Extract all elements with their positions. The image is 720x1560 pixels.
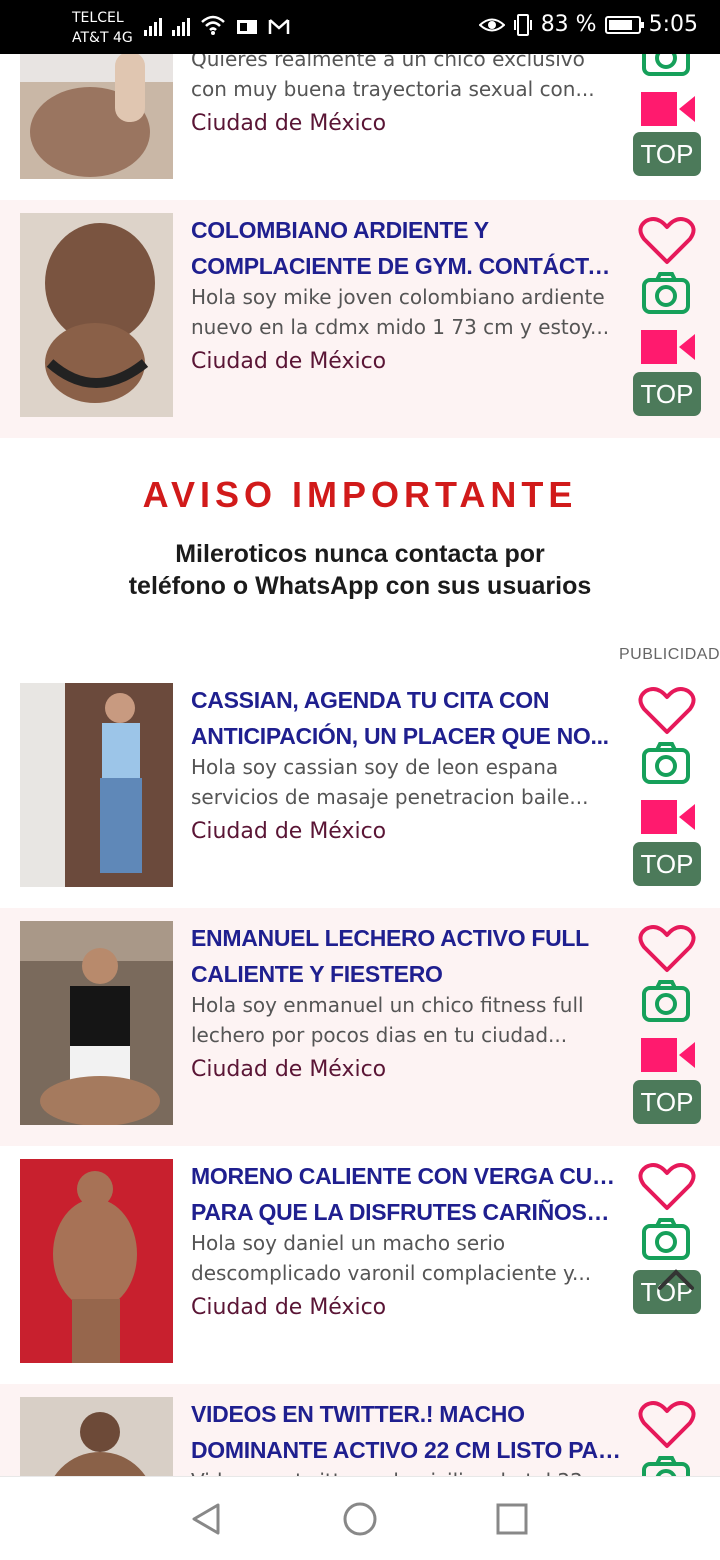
square-recents-icon[interactable] <box>494 1501 530 1537</box>
battery-percent: 83 % <box>540 12 597 37</box>
important-notice-banner: AVISO IMPORTANTE Mileroticos nunca conta… <box>0 440 720 650</box>
photo-placeholder <box>20 213 173 417</box>
listing-description-line: Hola soy mike joven colombiano ardiente <box>191 285 605 309</box>
video-camera-icon[interactable] <box>641 328 695 366</box>
listing-title-line[interactable]: ANTICIPACIÓN, UN PLACER QUE NO... <box>191 718 621 754</box>
system-navigation-bar <box>0 1476 720 1560</box>
battery-fill <box>608 19 632 30</box>
listing-photo[interactable] <box>20 54 173 179</box>
listing-description-line: Hola soy daniel un macho serio <box>191 1231 506 1255</box>
listing-title-line[interactable]: CASSIAN, AGENDA TU CITA CON <box>191 682 621 718</box>
carrier-info: TELCEL AT&T 4G <box>72 8 133 48</box>
battery-icon <box>604 15 644 34</box>
notice-title: AVISO IMPORTANTE <box>142 474 578 515</box>
listing-title-line[interactable]: COLOMBIANO ARDIENTE Y <box>191 212 621 248</box>
heart-icon[interactable] <box>638 216 696 266</box>
listing-city: Ciudad de México <box>191 1057 387 1082</box>
listing-city: Ciudad de México <box>191 1295 387 1320</box>
video-camera-icon[interactable] <box>641 1036 695 1074</box>
listing-photo[interactable] <box>20 1159 173 1363</box>
video-camera-icon[interactable] <box>641 798 695 836</box>
listing-city: Ciudad de México <box>191 349 387 374</box>
photo-placeholder <box>20 683 173 887</box>
listing-city: Ciudad de México <box>191 819 387 844</box>
listing-photo[interactable] <box>20 1397 173 1476</box>
listing-description-line: Videos en twitter a domicilio y hotel 22… <box>191 1466 611 1476</box>
photo-placeholder <box>20 921 173 1125</box>
camera-icon[interactable] <box>641 1218 691 1262</box>
camera-icon[interactable] <box>641 980 691 1024</box>
notice-text-line: Mileroticos nunca contacta por <box>175 540 545 568</box>
circle-home-icon[interactable] <box>342 1501 378 1537</box>
listing-feed[interactable]: Quieres realmente a un chico exclusivo c… <box>0 54 720 1476</box>
listing-photo[interactable] <box>20 683 173 887</box>
heart-icon[interactable] <box>638 924 696 974</box>
listing-card[interactable]: VIDEOS EN TWITTER.! MACHO DOMINANTE ACTI… <box>0 1384 720 1476</box>
photo-placeholder <box>20 1159 173 1363</box>
listing-title-line[interactable]: ENMANUEL LECHERO ACTIVO FULL <box>191 920 621 956</box>
camera-icon[interactable] <box>641 54 691 78</box>
listing-city: Ciudad de México <box>191 111 387 136</box>
camera-icon[interactable] <box>641 1456 691 1476</box>
carrier-name-1: TELCEL <box>72 10 124 26</box>
carrier-name-2: AT&T 4G <box>72 30 133 46</box>
listing-card[interactable]: ENMANUEL LECHERO ACTIVO FULL CALIENTE Y … <box>0 908 720 1146</box>
chevron-up-icon[interactable] <box>656 1264 696 1294</box>
photo-placeholder <box>20 54 173 179</box>
listing-description-line: lechero por pocos dias en tu ciudad... <box>191 1023 568 1047</box>
listing-title-line[interactable]: COMPLACIENTE DE GYM. CONTÁCTAME ! <box>191 248 621 284</box>
top-badge[interactable]: TOP <box>633 842 701 886</box>
camera-icon[interactable] <box>641 742 691 786</box>
notice-text-line: teléfono o WhatsApp con sus usuarios <box>128 572 592 600</box>
gmail-icon <box>268 19 290 34</box>
listing-description-line: descomplicado varonil complaciente y... <box>191 1261 592 1285</box>
listing-card[interactable]: Quieres realmente a un chico exclusivo c… <box>0 54 720 200</box>
signal-icon-2 <box>172 14 190 36</box>
listing-title-line[interactable]: VIDEOS EN TWITTER.! MACHO <box>191 1396 621 1432</box>
listing-photo[interactable] <box>20 921 173 1125</box>
listing-title-line[interactable]: CALIENTE Y FIESTERO <box>191 956 621 992</box>
wifi-icon <box>201 15 225 35</box>
notification-icon <box>237 20 257 34</box>
top-badge[interactable]: TOP <box>633 1080 701 1124</box>
status-icons-right: 83 % 5:05 <box>478 12 698 37</box>
heart-icon[interactable] <box>638 686 696 736</box>
listing-description-line: servicios de masaje penetracion baile... <box>191 785 589 809</box>
listing-card[interactable]: CASSIAN, AGENDA TU CITA CON ANTICIPACIÓN… <box>0 670 720 908</box>
listing-title-line[interactable]: DOMINANTE ACTIVO 22 CM LISTO PARA... <box>191 1432 621 1468</box>
listing-description-line: Hola soy cassian soy de leon espana <box>191 755 559 779</box>
listing-description-line: Quieres realmente a un chico exclusivo <box>191 54 585 71</box>
camera-icon[interactable] <box>641 272 691 316</box>
ad-label: PUBLICIDAD <box>618 646 720 663</box>
listing-title-line[interactable]: MORENO CALIENTE CON VERGA CURVA <box>191 1158 621 1194</box>
clock: 5:05 <box>648 12 698 37</box>
listing-description-line: con muy buena trayectoria sexual con... <box>191 77 595 101</box>
listing-description-line: Hola soy enmanuel un chico fitness full <box>191 993 584 1017</box>
listing-card[interactable]: COLOMBIANO ARDIENTE Y COMPLACIENTE DE GY… <box>0 200 720 438</box>
listing-description-line: nuevo en la cdmx mido 1 73 cm y estoy... <box>191 315 610 339</box>
status-icons-left <box>144 14 290 36</box>
status-bar: TELCEL AT&T 4G 83 % 5:05 <box>0 0 720 54</box>
heart-icon[interactable] <box>638 1400 696 1450</box>
triangle-back-icon[interactable] <box>188 1501 224 1537</box>
listing-card[interactable]: MORENO CALIENTE CON VERGA CURVA PARA QUE… <box>0 1146 720 1384</box>
heart-icon[interactable] <box>638 1162 696 1212</box>
listing-title-line[interactable]: PARA QUE LA DISFRUTES CARIÑOSO... <box>191 1194 621 1230</box>
photo-placeholder <box>20 1397 173 1476</box>
top-badge[interactable]: TOP <box>633 132 701 176</box>
video-camera-icon[interactable] <box>641 90 695 128</box>
vibrate-icon <box>513 13 532 36</box>
eye-icon <box>478 18 505 31</box>
listing-photo[interactable] <box>20 213 173 417</box>
top-badge[interactable]: TOP <box>633 372 701 416</box>
signal-icon-1 <box>144 14 162 36</box>
